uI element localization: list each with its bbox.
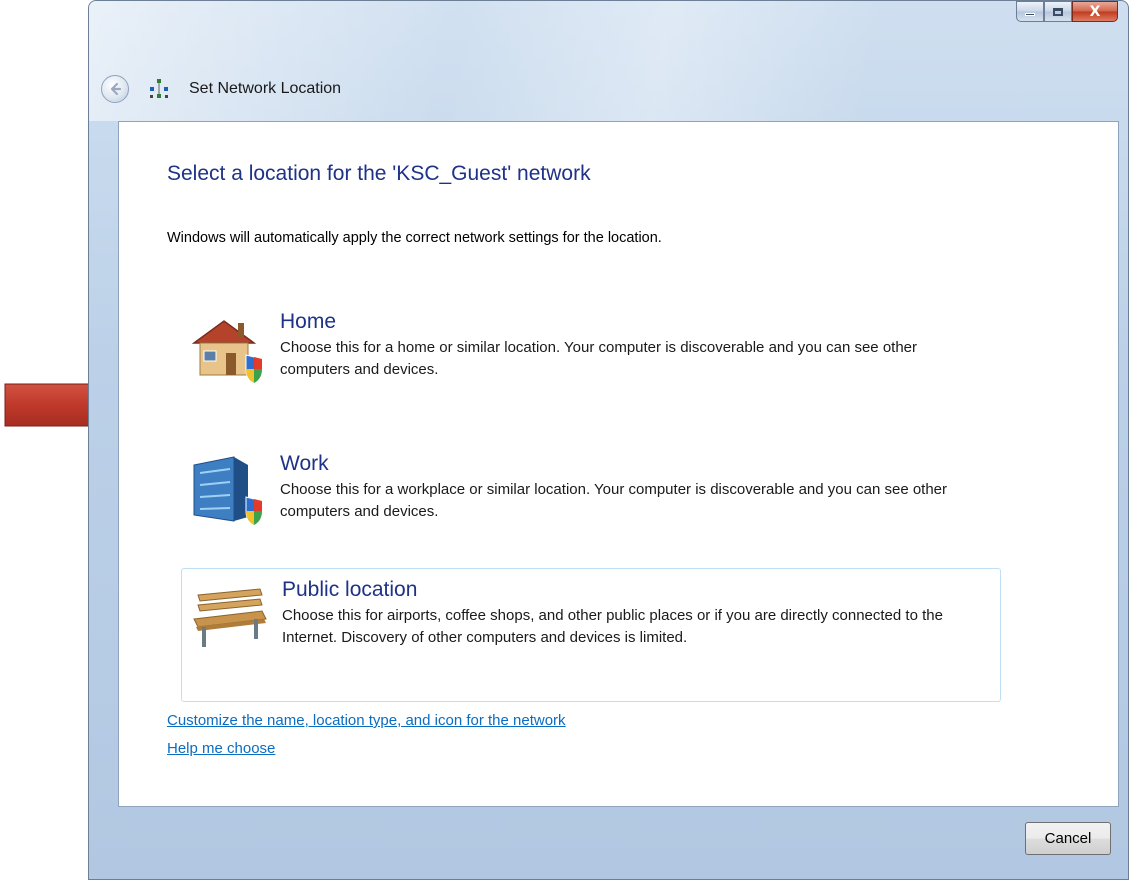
maximize-icon: [1053, 7, 1063, 16]
option-public-title: Public location: [282, 578, 418, 601]
page-heading: Select a location for the 'KSC_Guest' ne…: [167, 162, 591, 185]
back-button[interactable]: [101, 75, 129, 103]
option-work-description: Choose this for a workplace or similar l…: [280, 481, 948, 520]
network-icon: [150, 79, 168, 98]
window-title: Set Network Location: [189, 80, 342, 97]
close-icon: X: [1089, 3, 1101, 20]
cancel-button[interactable]: Cancel: [1025, 822, 1111, 855]
title-bar: Set Network Location: [101, 71, 341, 107]
option-public-description: Choose this for airports, coffee shops, …: [282, 607, 943, 646]
option-public-location[interactable]: Public location Choose this for airports…: [181, 568, 1001, 702]
office-building-shield-icon: [193, 456, 263, 526]
house-shield-icon: [191, 320, 263, 384]
close-button[interactable]: X: [1072, 1, 1118, 22]
option-home[interactable]: Home Choose this for a home or similar l…: [179, 300, 999, 400]
minimize-button[interactable]: [1016, 1, 1044, 22]
help-me-choose-link[interactable]: Help me choose: [167, 740, 275, 757]
intro-text: Windows will automatically apply the cor…: [167, 230, 662, 246]
option-home-title: Home: [280, 310, 337, 333]
option-work[interactable]: Work Choose this for a workplace or simi…: [179, 442, 999, 542]
option-home-description: Choose this for a home or similar locati…: [280, 339, 918, 378]
back-arrow-icon: [110, 82, 122, 96]
park-bench-icon: [193, 588, 267, 647]
customize-network-link[interactable]: Customize the name, location type, and i…: [167, 712, 566, 729]
minimize-icon: [1025, 13, 1035, 16]
dialog-content: Select a location for the 'KSC_Guest' ne…: [118, 121, 1119, 807]
option-work-title: Work: [280, 452, 329, 475]
set-network-location-window: X Set Network Location Select a location…: [88, 0, 1129, 880]
caption-buttons: X: [1016, 1, 1118, 22]
maximize-button[interactable]: [1044, 1, 1072, 22]
